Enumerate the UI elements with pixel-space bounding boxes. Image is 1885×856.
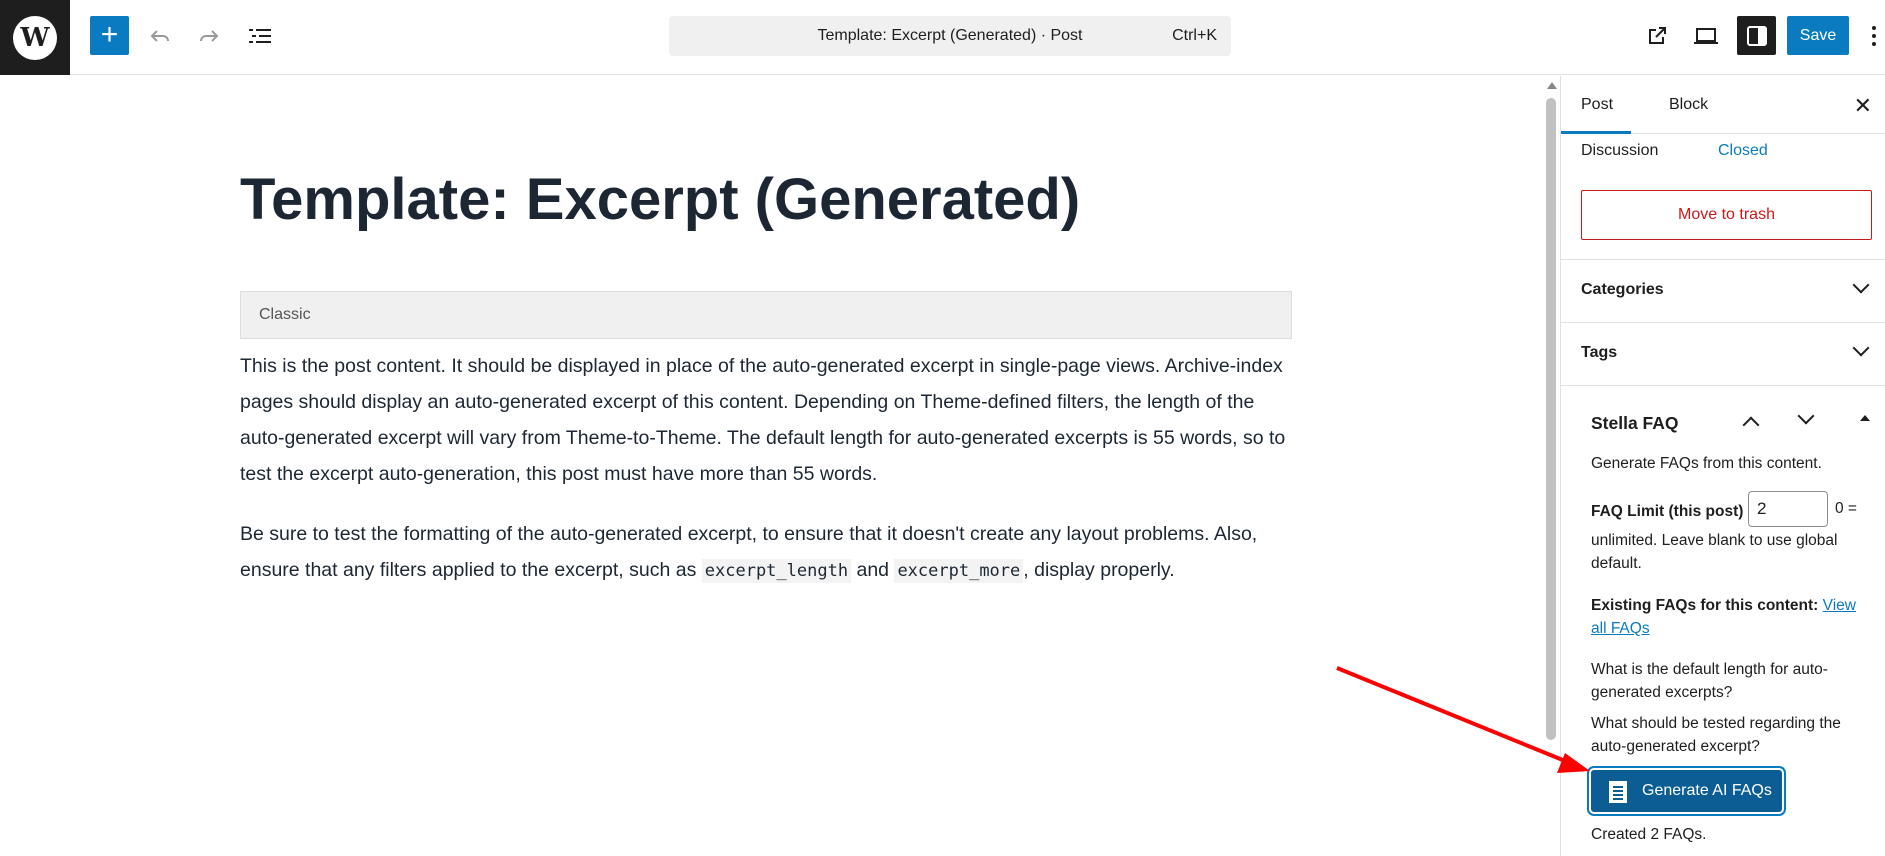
move-to-trash-button[interactable]: Move to trash: [1581, 190, 1872, 240]
wordpress-logo-circle: W: [13, 15, 57, 60]
paragraph-1[interactable]: This is the post content. It should be d…: [240, 348, 1300, 492]
categories-panel[interactable]: Categories: [1561, 259, 1885, 322]
generate-ai-faqs-button[interactable]: Generate AI FAQs: [1591, 770, 1782, 812]
existing-faqs: Existing FAQs for this content: View all…: [1591, 594, 1861, 640]
list-view-icon[interactable]: [244, 20, 276, 52]
faq-question-1: What is the default length for auto-gene…: [1591, 661, 1828, 701]
add-block-button[interactable]: +: [90, 16, 129, 55]
shortcut-hint: Ctrl+K: [1172, 27, 1217, 44]
faq-limit-label: FAQ Limit (this post): [1591, 503, 1744, 520]
faq-limit-input[interactable]: 2: [1748, 491, 1828, 527]
code-excerpt-length: excerpt_length: [701, 559, 852, 583]
redo-icon[interactable]: [193, 20, 225, 52]
document-icon: [1609, 781, 1627, 803]
sidebar-toggle-button[interactable]: [1737, 16, 1776, 55]
paragraph-2-text-c: , display properly.: [1023, 559, 1175, 581]
close-icon[interactable]: ✕: [1854, 93, 1872, 119]
post-title[interactable]: Template: Excerpt (Generated): [240, 166, 1080, 233]
stella-faq-title: Stella FAQ: [1591, 413, 1679, 433]
sidebar-tabs: Post Block ✕: [1561, 76, 1885, 134]
editor-canvas: Template: Excerpt (Generated) Classic Th…: [0, 76, 1545, 856]
top-toolbar: W + Template: Excerpt (Generated) · Post…: [0, 0, 1885, 75]
existing-faqs-label: Existing FAQs for this content:: [1591, 597, 1819, 614]
faq-limit-suffix: 0 =: [1835, 500, 1857, 517]
paragraph-2[interactable]: Be sure to test the formatting of the au…: [240, 516, 1300, 589]
tab-block[interactable]: Block: [1669, 76, 1708, 134]
discussion-value[interactable]: Closed: [1718, 142, 1768, 160]
settings-sidebar: Post Block ✕ Discussion Closed Move to t…: [1560, 76, 1885, 856]
tags-panel[interactable]: Tags: [1561, 322, 1885, 385]
chevron-down-icon: [1852, 276, 1870, 294]
faq-question-2: What should be tested regarding the auto…: [1591, 715, 1841, 755]
preview-icon[interactable]: [1690, 20, 1722, 52]
chevron-down-icon: [1852, 339, 1870, 357]
more-icon[interactable]: [1868, 22, 1880, 50]
undo-icon[interactable]: [144, 20, 176, 52]
faq-intro: Generate FAQs from this content.: [1591, 455, 1822, 472]
code-excerpt-more: excerpt_more: [894, 559, 1024, 583]
scroll-up-icon[interactable]: [1547, 82, 1557, 89]
faq-limit-help: unlimited. Leave blank to use global def…: [1591, 532, 1838, 572]
document-title: Template: Excerpt (Generated) · Post: [817, 27, 1083, 44]
sidebar-icon: [1746, 25, 1767, 46]
external-link-icon[interactable]: [1641, 20, 1673, 52]
scrollbar-thumb[interactable]: [1546, 98, 1556, 740]
collapse-icon[interactable]: [1860, 415, 1870, 421]
tab-post[interactable]: Post: [1561, 76, 1631, 134]
categories-title: Categories: [1581, 281, 1664, 298]
discussion-label: Discussion: [1581, 142, 1659, 159]
save-button[interactable]: Save: [1787, 16, 1849, 55]
faq-status: Created 2 FAQs.: [1591, 826, 1707, 843]
move-down-icon[interactable]: [1797, 407, 1815, 425]
move-up-icon[interactable]: [1742, 416, 1760, 434]
wordpress-icon[interactable]: W: [0, 0, 70, 75]
tags-title: Tags: [1581, 344, 1618, 361]
generate-ai-faqs-label: Generate AI FAQs: [1642, 782, 1772, 799]
command-palette-bar[interactable]: Template: Excerpt (Generated) · Post Ctr…: [669, 16, 1231, 56]
classic-block-label[interactable]: Classic: [240, 291, 1292, 339]
paragraph-2-text-b: and: [851, 559, 895, 581]
